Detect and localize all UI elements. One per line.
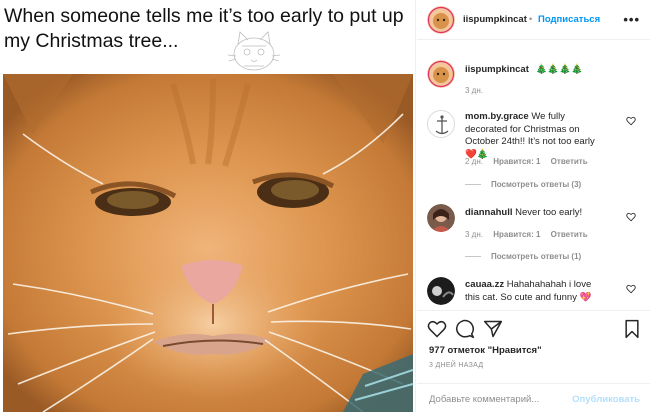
avatar[interactable] <box>427 110 455 138</box>
comment-item: diannahull Never too early! 3 дн. Нравит… <box>417 204 650 270</box>
comment-username[interactable]: diannahull <box>465 207 513 218</box>
replies-divider <box>465 184 481 186</box>
view-replies-button[interactable]: Посмотреть ответы (3) <box>465 180 581 189</box>
comment-time[interactable]: 2 дн. <box>465 157 483 166</box>
replies-divider <box>465 256 481 258</box>
publish-button[interactable]: Опубликовать <box>572 394 640 405</box>
heart-icon[interactable] <box>626 284 636 294</box>
heart-icon[interactable] <box>626 116 636 126</box>
add-comment-bar: Добавьте комментарий... Опубликовать <box>417 383 650 412</box>
comment-text: cauaa.zz Hahahahahah i love this cat. So… <box>465 279 595 304</box>
header-separator: • <box>529 14 533 24</box>
comment-item: mom.by.grace We fully decorated for Chri… <box>417 108 650 198</box>
comment-text: diannahull Never too early! <box>465 207 582 220</box>
header-username[interactable]: iispumpkincat <box>463 14 527 25</box>
comment-bubble-icon[interactable] <box>455 319 475 339</box>
meme-caption: When someone tells me it’s too early to … <box>4 5 404 52</box>
heart-icon[interactable] <box>427 319 447 339</box>
comment-likes[interactable]: Нравится: 1 <box>493 157 540 166</box>
post-sidebar: iispumpkincat • Подписаться ••• iispumpk… <box>417 0 650 412</box>
comment-input[interactable]: Добавьте комментарий... <box>429 394 539 405</box>
view-replies-button[interactable]: Посмотреть ответы (1) <box>465 252 581 261</box>
comment-username[interactable]: mom.by.grace <box>465 111 529 122</box>
caption-emoji: 🎄🎄🎄🎄 <box>535 64 583 75</box>
comment-item: cauaa.zz Hahahahahah i love this cat. So… <box>417 276 650 308</box>
bookmark-icon[interactable] <box>622 319 642 339</box>
avatar[interactable] <box>427 277 455 305</box>
comment-text: mom.by.grace We fully decorated for Chri… <box>465 111 595 161</box>
view-replies-label: Посмотреть ответы (1) <box>491 252 582 261</box>
paper-plane-icon[interactable] <box>483 319 503 339</box>
post-actions: 977 отметок "Нравится" 3 ДНЕЙ НАЗАД Доба… <box>417 310 650 412</box>
heart-icon[interactable] <box>626 212 636 222</box>
comment-time[interactable]: 3 дн. <box>465 230 483 239</box>
cat-photo <box>3 74 413 412</box>
comment-body: Never too early! <box>515 207 583 218</box>
post-date[interactable]: 3 ДНЕЙ НАЗАД <box>429 362 483 369</box>
post-header: iispumpkincat • Подписаться ••• <box>417 0 650 40</box>
avatar[interactable] <box>427 60 455 88</box>
comment-meta: 2 дн. Нравится: 1 Ответить <box>465 157 596 166</box>
ellipsis-icon[interactable]: ••• <box>623 12 640 27</box>
comment-username[interactable]: iispumpkincat <box>465 64 529 75</box>
caption-text: iispumpkincat 🎄🎄🎄🎄 <box>465 64 583 77</box>
reply-button[interactable]: Ответить <box>551 157 588 166</box>
comment-meta: 3 дн. <box>465 86 491 95</box>
comment-meta: 3 дн. Нравится: 1 Ответить <box>465 230 596 239</box>
post-media[interactable]: When someone tells me it’s too early to … <box>0 0 416 412</box>
sketch-cat-illustration <box>227 31 281 71</box>
avatar[interactable] <box>427 6 455 34</box>
reply-button[interactable]: Ответить <box>551 230 588 239</box>
caption-comment: iispumpkincat 🎄🎄🎄🎄 3 дн. <box>417 56 650 98</box>
likes-count[interactable]: 977 отметок "Нравится" <box>429 345 542 356</box>
avatar[interactable] <box>427 204 455 232</box>
comment-username[interactable]: cauaa.zz <box>465 279 504 290</box>
view-replies-label: Посмотреть ответы (3) <box>491 180 582 189</box>
follow-button[interactable]: Подписаться <box>538 14 600 25</box>
comment-time[interactable]: 3 дн. <box>465 86 483 95</box>
comment-likes[interactable]: Нравится: 1 <box>493 230 540 239</box>
